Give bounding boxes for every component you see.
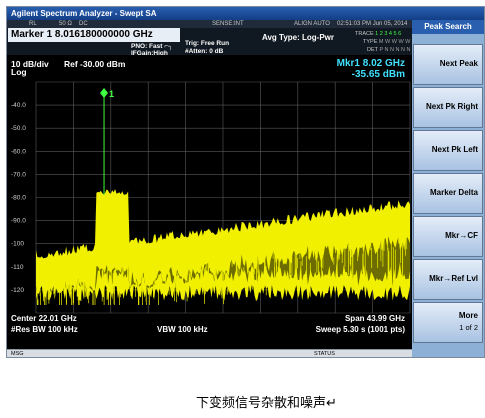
softkey-label: Next Pk Right [425, 102, 478, 111]
next-pk-right-button[interactable]: Next Pk Right [413, 87, 483, 128]
info-strip: RL 50 Ω DC SENSE:INT ALIGN AUTO 02:51:03… [7, 20, 412, 28]
y-tick-label: -70.0 [11, 171, 26, 178]
spectrum-plot: -40.0 -50.0 -60.0 -70.0 -80.0 -90.0 -100 -110 -1… [11, 58, 411, 334]
rl-label: RL [29, 21, 37, 27]
y-tick-label: -50.0 [11, 125, 26, 132]
window-title: Agilent Spectrum Analyzer - Swept SA [7, 7, 484, 20]
status-bar: MSG STATUS [7, 349, 412, 357]
next-peak-button[interactable]: Next Peak [413, 44, 483, 85]
vbw[interactable]: VBW 100 kHz [157, 325, 208, 334]
log-label: Log [11, 67, 27, 77]
det-label: DET [367, 47, 378, 53]
align-label: ALIGN AUTO [294, 21, 330, 27]
measurement-header: Marker 1 8.016180000000 GHz PNO: Fast ⌐┐… [7, 28, 417, 57]
marker-number: 1 [109, 89, 114, 99]
y-tick-label: -80.0 [11, 195, 26, 202]
spectrum-display[interactable]: -40.0 -50.0 -60.0 -70.0 -80.0 -90.0 -100 -110 -1… [7, 55, 412, 349]
mkr-to-cf-button[interactable]: Mkr→CF [413, 216, 483, 257]
marker-freq-readout: Mkr1 8.02 GHz [337, 58, 405, 69]
marker-title[interactable]: Marker 1 8.016180000000 GHz [8, 28, 180, 42]
trace-digits: 1 2 3 4 5 6 [375, 31, 402, 37]
ref-level: Ref -30.00 dBm [64, 59, 126, 69]
center-freq[interactable]: Center 22.01 GHz [11, 314, 77, 323]
figure-caption: 下变频信号杂散和噪声↵ [196, 396, 337, 411]
atten-setting: #Atten: 0 dB [185, 48, 224, 55]
next-pk-left-button[interactable]: Next Pk Left [413, 130, 483, 171]
marker-amp-readout: -35.65 dBm [352, 69, 405, 80]
softkey-menu-title: Peak Search [412, 20, 484, 34]
det-letters: P N N N N N [379, 47, 411, 53]
marker-diamond-icon[interactable] [100, 88, 109, 98]
softkey-panel: Peak Search Next Peak Next Pk Right Next… [412, 20, 484, 357]
y-tick-label: -40.0 [11, 102, 26, 109]
softkey-sublabel: 1 of 2 [459, 323, 478, 332]
y-tick-label: -110 [11, 264, 24, 271]
analyzer-window: Agilent Spectrum Analyzer - Swept SA RL … [6, 6, 485, 358]
trace-label: TRACE [355, 31, 374, 37]
softkey-label: Next Peak [439, 59, 478, 68]
msg-label: MSG [11, 351, 24, 357]
avg-type: Avg Type: Log-Pwr [262, 33, 334, 42]
trigger-setting: Trig: Free Run [185, 40, 230, 47]
softkey-label: More [458, 311, 478, 320]
sweep-time[interactable]: Sweep 5.30 s (1001 pts) [316, 325, 406, 334]
span[interactable]: Span 43.99 GHz [345, 314, 405, 323]
sense-label: SENSE:INT [212, 21, 244, 27]
softkey-label: Next Pk Left [431, 145, 478, 154]
res-bw[interactable]: #Res BW 100 kHz [11, 325, 78, 334]
softkey-label: Mkr→Ref Lvl [429, 274, 478, 283]
y-tick-label: -100 [11, 241, 24, 248]
softkey-label: Marker Delta [429, 188, 478, 197]
softkey-label: Mkr→CF [445, 231, 478, 240]
y-tick-label: -90.0 [11, 218, 26, 225]
y-axis-labels: -40.0 -50.0 -60.0 -70.0 -80.0 -90.0 -100 -110 -1… [11, 102, 26, 294]
datetime-label: 02:51:03 PM Jun 05, 2014 [337, 21, 408, 27]
marker-delta-button[interactable]: Marker Delta [413, 173, 483, 214]
y-tick-label: -60.0 [11, 148, 26, 155]
impedance-label: 50 Ω [59, 21, 72, 27]
more-button[interactable]: More 1 of 2 [413, 302, 483, 343]
coupling-label: DC [79, 21, 88, 27]
y-tick-label: -120 [11, 287, 24, 294]
status-label: STATUS [314, 351, 335, 357]
mkr-to-ref-lvl-button[interactable]: Mkr→Ref Lvl [413, 259, 483, 300]
pno-setting: PNO: Fast ⌐┐ [131, 43, 173, 50]
type-label: TYPE [363, 39, 378, 45]
